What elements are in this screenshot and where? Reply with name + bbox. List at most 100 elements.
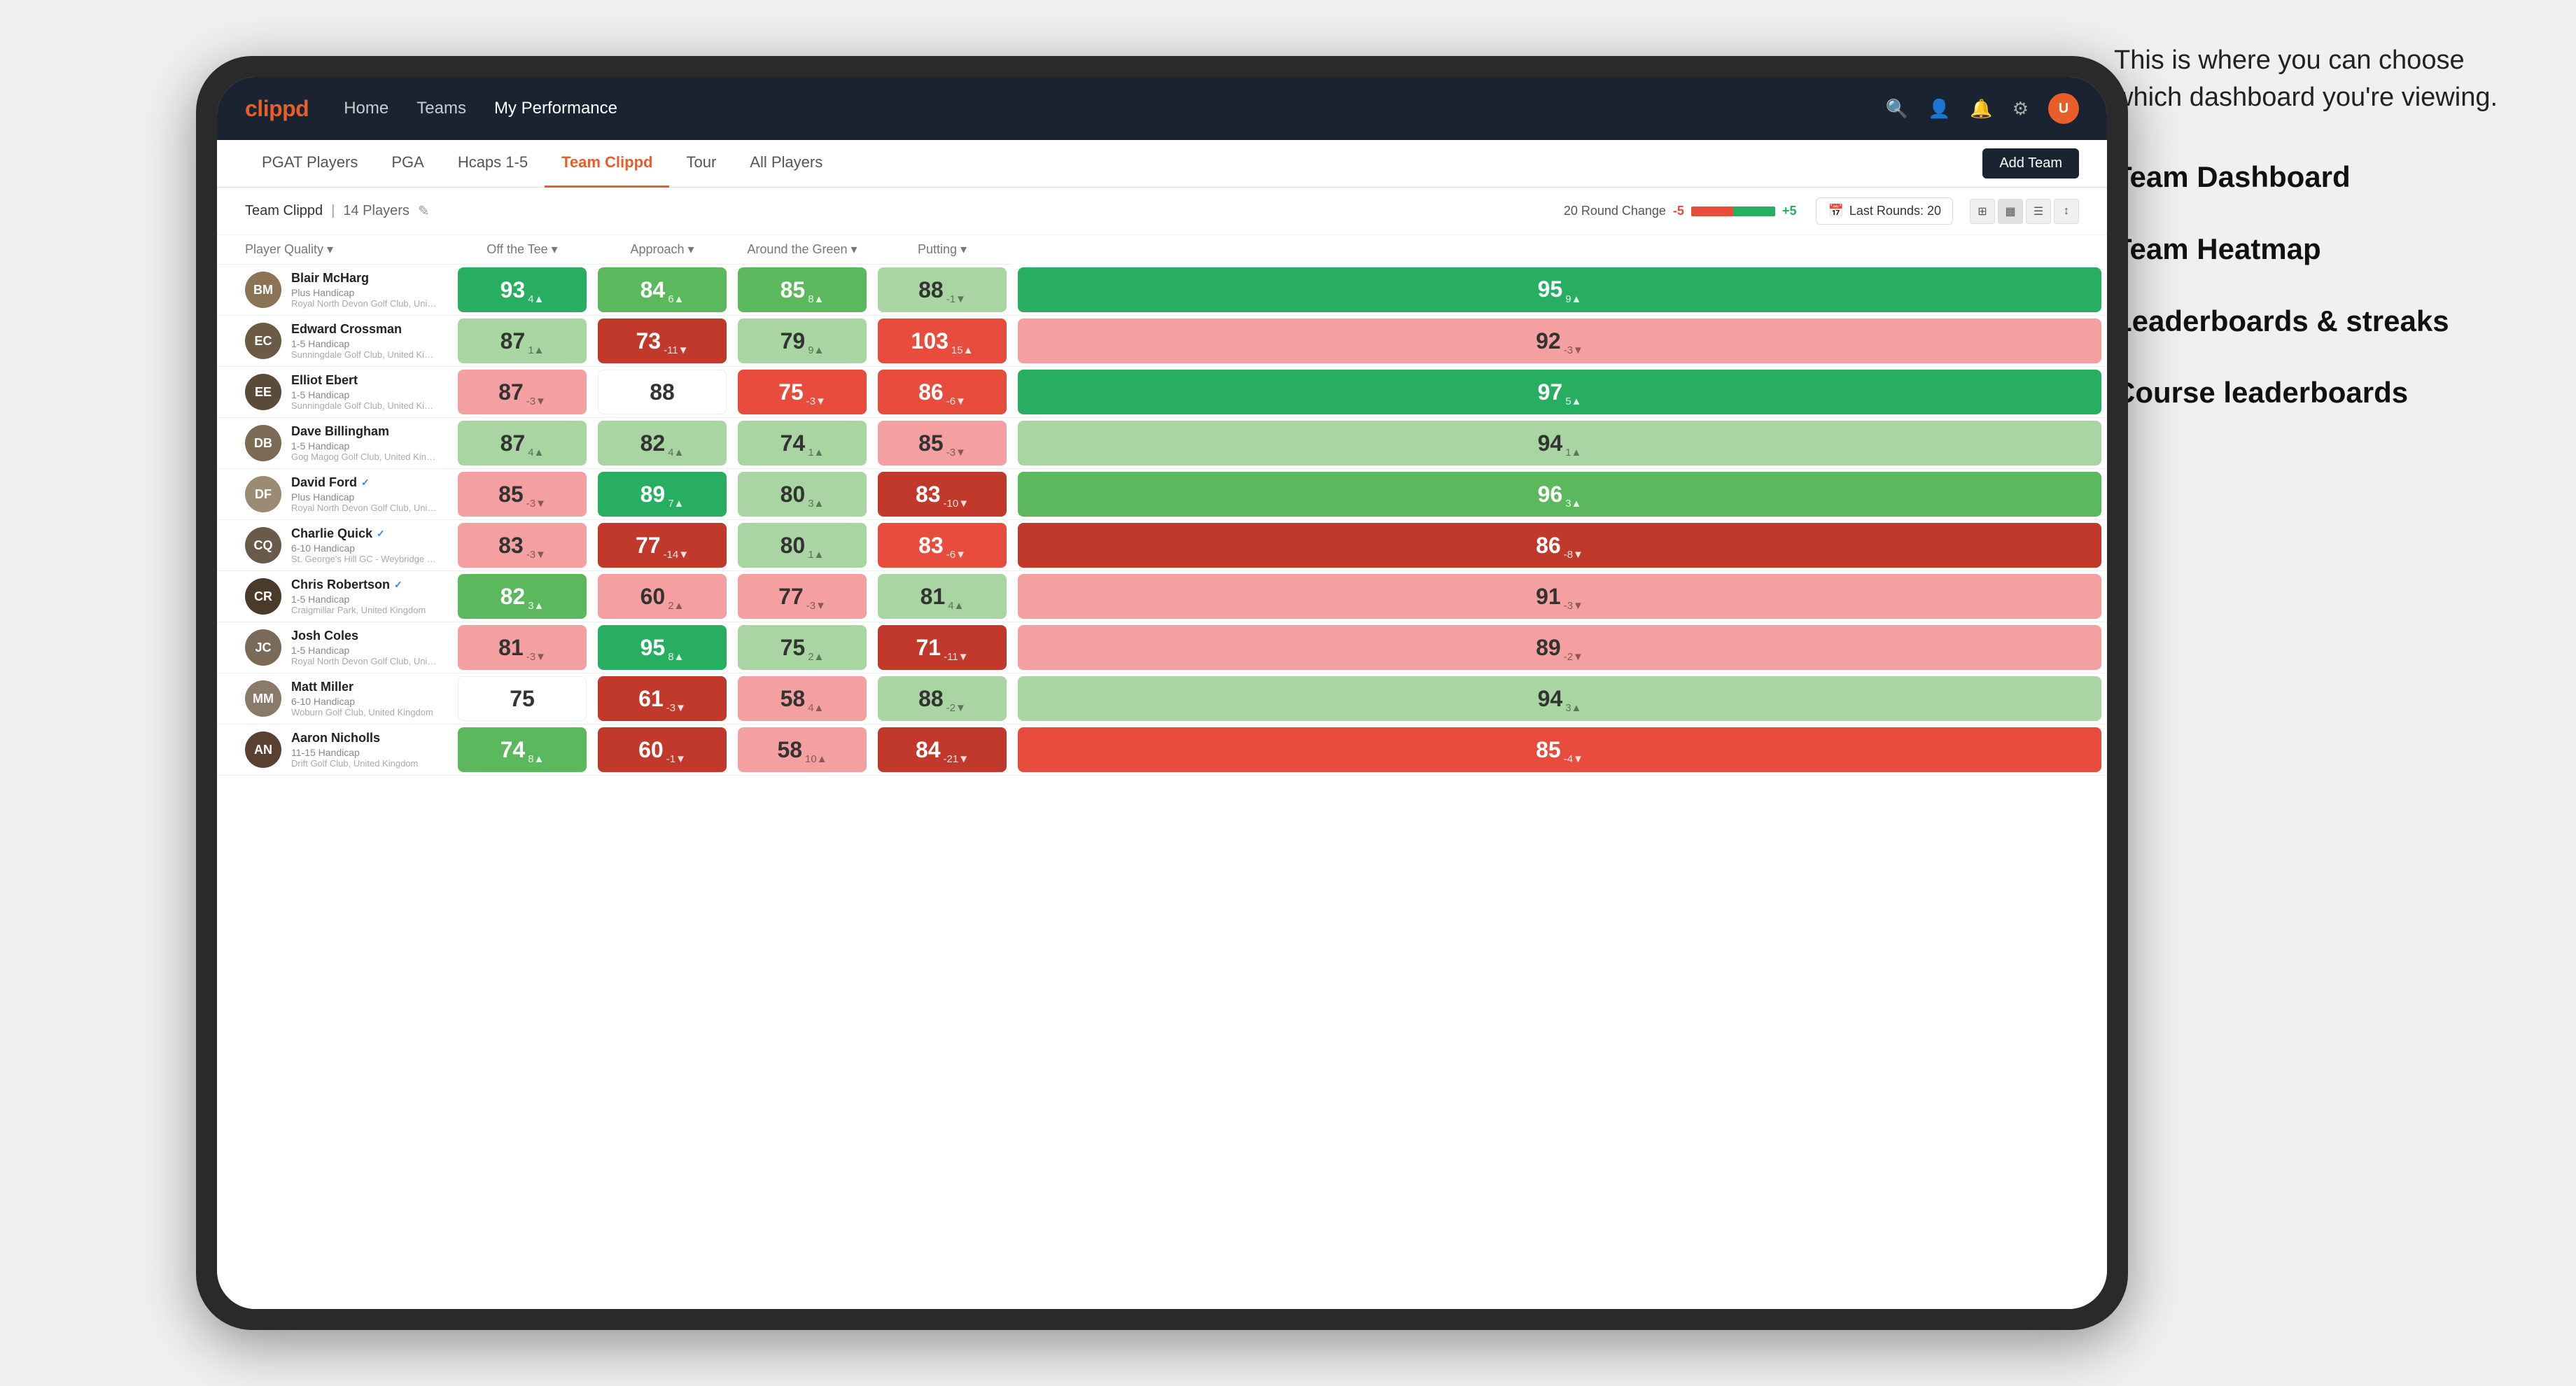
score-cell: 85-3▼ [452, 469, 592, 520]
tab-hcaps[interactable]: Hcaps 1-5 [441, 140, 545, 188]
score-change: 5▲ [1565, 396, 1581, 407]
score-cell: 5810▲ [732, 724, 872, 776]
score-number: 71 [916, 635, 941, 661]
score-number: 89 [640, 482, 666, 507]
table-row: DBDave Billingham1-5 HandicapGog Magog G… [217, 418, 2107, 469]
score-change: -3▼ [666, 702, 686, 714]
player-name[interactable]: Charlie Quick✓ [291, 526, 438, 541]
tab-pgat-players[interactable]: PGAT Players [245, 140, 374, 188]
score-change: -3▼ [946, 447, 966, 458]
user-icon[interactable]: 👤 [1928, 98, 1950, 120]
score-change: 3▲ [808, 498, 824, 510]
player-name[interactable]: Aaron Nicholls [291, 731, 418, 746]
player-name[interactable]: Chris Robertson✓ [291, 578, 426, 592]
score-number: 86 [918, 379, 944, 405]
score-cell: 941▲ [1012, 418, 2107, 469]
score-cell: 88-1▼ [872, 265, 1012, 316]
score-number: 103 [911, 328, 948, 354]
bell-icon[interactable]: 🔔 [1970, 98, 1992, 120]
score-cell: 10315▲ [872, 316, 1012, 367]
score-cell: 814▲ [872, 571, 1012, 622]
annotation-area: This is where you can choose which dashb… [2114, 42, 2520, 446]
player-handicap: 6-10 Handicap [291, 542, 438, 554]
player-handicap: 1-5 Handicap [291, 389, 438, 400]
tab-tour[interactable]: Tour [669, 140, 733, 188]
score-cell: 77-3▼ [732, 571, 872, 622]
score-change: 2▲ [668, 600, 684, 612]
last-rounds-button[interactable]: 📅 Last Rounds: 20 [1816, 197, 1953, 225]
dashboard-options: Team Dashboard Team Heatmap Leaderboards… [2114, 158, 2520, 412]
score-number: 81 [498, 635, 524, 661]
score-change: 9▲ [808, 344, 824, 356]
team-separator: | [331, 203, 335, 219]
score-cell: 823▲ [452, 571, 592, 622]
score-cell: 959▲ [1012, 265, 2107, 316]
nav-link-home[interactable]: Home [344, 99, 388, 118]
score-number: 83 [918, 533, 944, 559]
score-change: 4▲ [668, 447, 684, 458]
player-name[interactable]: David Ford✓ [291, 475, 438, 490]
score-cell: 81-3▼ [452, 622, 592, 673]
score-number: 97 [1538, 379, 1563, 405]
player-club: Gog Magog Golf Club, United Kingdom [291, 451, 438, 462]
score-change: -10▼ [944, 498, 969, 510]
nav-link-my-performance[interactable]: My Performance [494, 99, 617, 118]
score-number: 88 [650, 379, 675, 405]
player-handicap: 11-15 Handicap [291, 747, 418, 758]
grid-view-button[interactable]: ⊞ [1970, 199, 1995, 224]
main-content: Player Quality ▾ Off the Tee ▾ Approach … [217, 235, 2107, 1309]
score-number: 86 [1536, 533, 1561, 559]
color-bar [1691, 206, 1775, 216]
tab-team-clippd[interactable]: Team Clippd [545, 140, 669, 188]
avatar: EE [245, 374, 281, 410]
score-cell: 71-11▼ [872, 622, 1012, 673]
score-cell: 86-6▼ [872, 367, 1012, 418]
player-name[interactable]: Dave Billingham [291, 424, 438, 439]
player-name[interactable]: Josh Coles [291, 629, 438, 643]
nav-link-teams[interactable]: Teams [416, 99, 466, 118]
player-name[interactable]: Blair McHarg [291, 271, 438, 286]
player-name[interactable]: Elliot Ebert [291, 373, 438, 388]
player-cell: DBDave Billingham1-5 HandicapGog Magog G… [217, 418, 452, 469]
add-team-button[interactable]: Add Team [1982, 148, 2079, 178]
score-change: -6▼ [946, 396, 966, 407]
tablet-frame: clippd Home Teams My Performance 🔍 👤 🔔 ⚙… [196, 56, 2128, 1330]
edit-icon[interactable]: ✎ [418, 202, 430, 220]
verified-icon: ✓ [361, 477, 370, 489]
score-number: 75 [780, 635, 806, 661]
player-club: Drift Golf Club, United Kingdom [291, 758, 418, 769]
heatmap-view-button[interactable]: ▦ [1998, 199, 2023, 224]
sort-view-button[interactable]: ↕ [2054, 199, 2079, 224]
list-view-button[interactable]: ☰ [2026, 199, 2051, 224]
player-name[interactable]: Matt Miller [291, 680, 433, 694]
score-number: 82 [640, 430, 666, 456]
score-change: -4▼ [1564, 753, 1583, 765]
tab-all-players[interactable]: All Players [733, 140, 839, 188]
player-name[interactable]: Edward Crossman [291, 322, 438, 337]
score-number: 88 [918, 686, 944, 712]
score-number: 77 [636, 533, 661, 559]
avatar[interactable]: U [2048, 93, 2079, 124]
score-number: 88 [918, 277, 944, 303]
score-number: 61 [638, 686, 664, 712]
tab-pga[interactable]: PGA [374, 140, 440, 188]
search-icon[interactable]: 🔍 [1886, 98, 1908, 120]
score-cell: 958▲ [592, 622, 732, 673]
score-number: 87 [498, 379, 524, 405]
score-cell: 84-21▼ [872, 724, 1012, 776]
score-cell: 87-3▼ [452, 367, 592, 418]
score-number: 95 [1538, 276, 1563, 302]
round-pos-value: +5 [1782, 204, 1797, 218]
score-number: 74 [500, 737, 526, 763]
score-number: 73 [636, 328, 661, 354]
sub-nav: PGAT Players PGA Hcaps 1-5 Team Clippd T… [217, 140, 2107, 188]
score-cell: 871▲ [452, 316, 592, 367]
score-change: 6▲ [668, 293, 684, 305]
table-row: JCJosh Coles1-5 HandicapRoyal North Devo… [217, 622, 2107, 673]
sub-nav-tabs: PGAT Players PGA Hcaps 1-5 Team Clippd T… [245, 140, 839, 188]
settings-icon[interactable]: ⚙ [2012, 98, 2029, 120]
header-approach: Approach ▾ [592, 235, 732, 265]
score-cell: 602▲ [592, 571, 732, 622]
score-cell: 92-3▼ [1012, 316, 2107, 367]
player-cell: EEElliot Ebert1-5 HandicapSunningdale Go… [217, 367, 452, 418]
